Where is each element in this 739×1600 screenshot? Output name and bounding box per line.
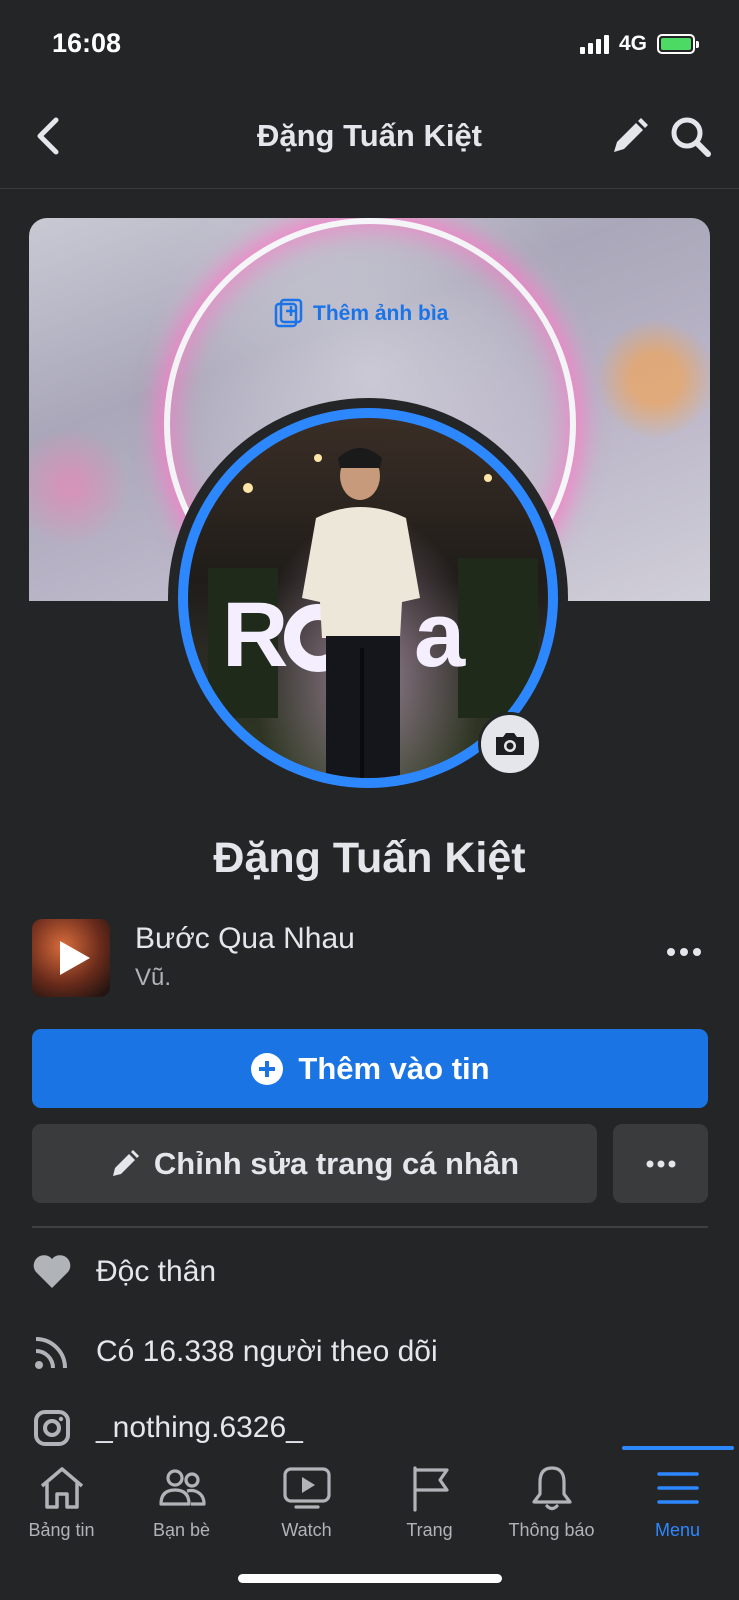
followers-row[interactable]: Có 16.338 người theo dõi: [32, 1332, 438, 1372]
bell-icon: [531, 1466, 572, 1511]
status-time: 16:08: [52, 28, 122, 58]
instagram-row[interactable]: _nothing.6326_: [32, 1408, 303, 1448]
nav-item-watch[interactable]: Watch: [245, 1464, 368, 1541]
flag-icon: [412, 1466, 449, 1512]
add-photo-icon: [274, 298, 303, 328]
nav-active-indicator: [622, 1446, 734, 1450]
nav-item-notifications[interactable]: Thông báo: [490, 1464, 613, 1541]
home-indicator[interactable]: [238, 1574, 502, 1583]
status-indicators: 4G: [579, 32, 699, 56]
instagram-text: _nothing.6326_: [96, 1411, 303, 1444]
plus-circle-icon: [251, 1052, 284, 1085]
profile-name: Đặng Tuấn Kiệt: [213, 834, 526, 882]
edit-profile-label: Chỉnh sửa trang cá nhân: [153, 1145, 520, 1181]
music-thumbnail[interactable]: [32, 919, 110, 997]
music-more-button[interactable]: [664, 942, 704, 962]
svg-text:R: R: [222, 584, 288, 686]
instagram-icon: [32, 1408, 72, 1448]
home-icon: [40, 1467, 83, 1509]
menu-icon: [656, 1472, 699, 1504]
nav-label: Bạn bè: [152, 1520, 211, 1540]
song-artist: Vũ.: [135, 964, 172, 991]
watch-icon: [282, 1467, 331, 1509]
nav-label: Bảng tin: [28, 1520, 95, 1540]
nav-item-menu[interactable]: Menu: [616, 1464, 739, 1541]
battery-icon: [657, 34, 699, 54]
play-icon: [60, 941, 90, 975]
svg-text:a: a: [414, 584, 466, 686]
nav-label: Watch: [281, 1520, 332, 1540]
nav-item-friends[interactable]: Bạn bè: [120, 1464, 243, 1541]
followers-text: Có 16.338 người theo dõi: [96, 1335, 438, 1368]
rss-icon: [32, 1332, 72, 1372]
change-avatar-button[interactable]: [478, 712, 542, 776]
edit-button[interactable]: [608, 116, 650, 158]
relationship-text: Độc thân: [96, 1255, 217, 1288]
friends-icon: [158, 1469, 206, 1506]
nav-item-pages[interactable]: Trang: [368, 1464, 491, 1541]
song-title[interactable]: Bước Qua Nhau: [135, 922, 355, 956]
add-cover-label: Thêm ảnh bìa: [313, 302, 449, 325]
pencil-icon: [614, 118, 648, 152]
relationship-row: Độc thân: [32, 1252, 216, 1292]
edit-profile-button[interactable]: Chỉnh sửa trang cá nhân: [32, 1124, 597, 1203]
nav-label: Thông báo: [508, 1520, 595, 1540]
search-button[interactable]: [668, 114, 714, 160]
add-to-story-label: Thêm vào tin: [298, 1050, 490, 1086]
divider: [32, 1226, 708, 1228]
nav-item-news-feed[interactable]: Bảng tin: [0, 1464, 123, 1541]
search-icon: [671, 117, 711, 157]
camera-icon: [496, 733, 524, 755]
signal-icon: [579, 34, 609, 54]
add-cover-button[interactable]: Thêm ảnh bìa: [273, 298, 448, 330]
pencil-icon: [112, 1149, 139, 1176]
profile-more-button[interactable]: [613, 1124, 708, 1203]
nav-label: Menu: [654, 1520, 701, 1540]
more-horizontal-icon: [646, 1160, 675, 1167]
more-horizontal-icon: [667, 948, 701, 956]
add-to-story-button[interactable]: Thêm vào tin: [32, 1029, 708, 1108]
nav-label: Trang: [406, 1520, 453, 1540]
heart-icon: [32, 1252, 72, 1292]
network-label: 4G: [618, 32, 647, 55]
